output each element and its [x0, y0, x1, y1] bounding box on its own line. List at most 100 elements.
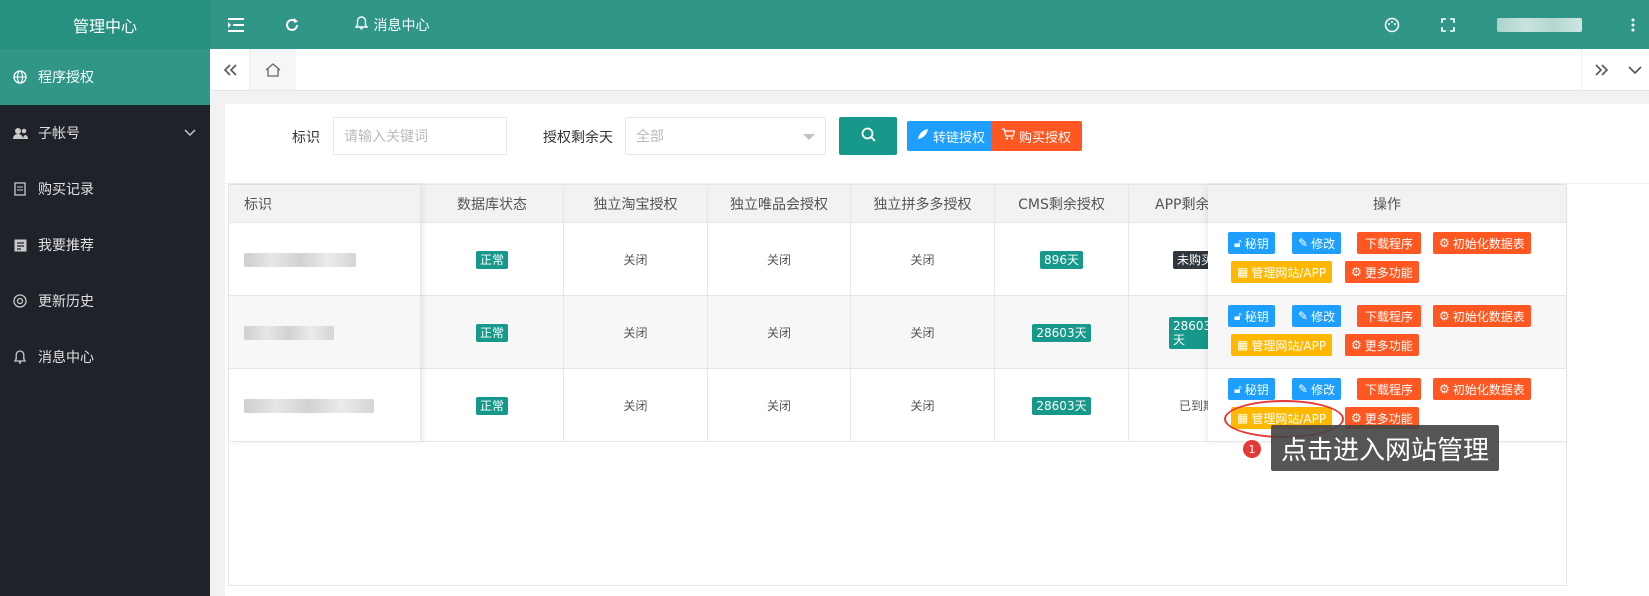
sidebar-item-message-center[interactable]: 消息中心 — [0, 329, 210, 385]
app-cell: 28603天 — [1129, 296, 1219, 369]
ops-row: 🔓︎ 秘钥 ✎ 修改 下载程序 ⚙ 初始化数据表 ▦ 管理网站/APP ⚙ 更多功能 — [1208, 296, 1566, 369]
search-button[interactable] — [839, 117, 897, 155]
download-button[interactable]: 下载程序 — [1357, 378, 1422, 400]
user-name-blurred[interactable] — [1497, 18, 1582, 32]
cms-days-badge: 28603天 — [1032, 323, 1091, 342]
cart-icon — [1002, 128, 1016, 144]
buy-auth-label: 购买授权 — [1019, 130, 1072, 146]
edit-label: 修改 — [1311, 236, 1336, 251]
apps-icon: ▦ — [1237, 265, 1249, 279]
col-header-ops: 操作 — [1208, 185, 1566, 223]
taobao-cell: 关闭 — [564, 369, 708, 442]
col-header-pdd: 独立拼多多授权 — [851, 185, 995, 223]
init-db-button[interactable]: ⚙ 初始化数据表 — [1433, 305, 1531, 327]
cms-cell: 896天 — [995, 223, 1129, 296]
sidebar-item-update-history[interactable]: 更新历史 — [0, 273, 210, 329]
tabs-bar — [210, 49, 1649, 91]
secret-key-button[interactable]: 🔓︎ 秘钥 — [1228, 378, 1275, 400]
pencil-icon: ✎ — [1298, 236, 1309, 250]
download-label: 下载程序 — [1365, 236, 1414, 251]
transfer-auth-button[interactable]: 转链授权 — [907, 121, 995, 151]
days-left-label: 授权剩余天 — [543, 130, 613, 146]
row-id-cell — [229, 296, 421, 369]
download-button[interactable]: 下载程序 — [1357, 305, 1422, 327]
col-header-vip: 独立唯品会授权 — [708, 185, 851, 223]
sidebar-item-label: 程序授权 — [38, 70, 94, 86]
more-functions-label: 更多功能 — [1364, 265, 1413, 280]
days-left-value: 全部 — [636, 129, 664, 145]
sidebar: 程序授权 子帐号 购买记录 我要推荐 更新历史 消息中心 — [0, 49, 210, 596]
gear-icon: ⚙ — [1439, 236, 1450, 250]
blurred-id — [244, 252, 356, 267]
pdd-cell: 关闭 — [851, 296, 995, 369]
content-card: 标识 请输入关键词 授权剩余天 全部 转链授权 购买授权 标识 数据库状态 独立… — [225, 104, 1649, 596]
more-functions-label: 更多功能 — [1364, 411, 1413, 426]
vip-cell: 关闭 — [708, 296, 851, 369]
app-cell: 已到期 — [1129, 369, 1219, 442]
more-functions-button[interactable]: ⚙ 更多功能 — [1345, 334, 1419, 356]
document-icon — [12, 181, 28, 197]
more-vertical-icon[interactable] — [1628, 0, 1638, 49]
status-badge: 正常 — [475, 396, 508, 415]
cms-days-badge: 896天 — [1040, 250, 1083, 269]
gear-icon: ⚙ — [1351, 265, 1362, 279]
cms-days-badge: 28603天 — [1032, 396, 1091, 415]
edit-button[interactable]: ✎ 修改 — [1292, 232, 1342, 254]
col-header-db-status: 数据库状态 — [421, 185, 564, 223]
edit-label: 修改 — [1311, 382, 1336, 397]
annotation-step-number: 1 — [1243, 440, 1261, 458]
history-icon — [12, 293, 28, 309]
sidebar-item-label: 我要推荐 — [38, 238, 94, 254]
lock-icon: 🔓︎ — [1234, 308, 1242, 323]
id-search-input[interactable]: 请输入关键词 — [333, 117, 507, 155]
top-bar: 管理中心 消息中心 — [0, 0, 1649, 49]
leaf-icon — [917, 128, 929, 144]
init-db-label: 初始化数据表 — [1452, 236, 1525, 251]
download-label: 下载程序 — [1365, 309, 1414, 324]
menu-toggle-icon[interactable] — [226, 0, 246, 49]
theme-palette-icon[interactable] — [1382, 0, 1402, 49]
refresh-icon[interactable] — [282, 0, 302, 49]
init-db-button[interactable]: ⚙ 初始化数据表 — [1433, 232, 1531, 254]
home-icon[interactable] — [250, 49, 296, 90]
sidebar-item-recommend[interactable]: 我要推荐 — [0, 217, 210, 273]
filter-bar: 标识 请输入关键词 授权剩余天 全部 转链授权 购买授权 — [225, 104, 1649, 184]
col-header-taobao: 独立淘宝授权 — [564, 185, 708, 223]
taobao-cell: 关闭 — [564, 296, 708, 369]
double-chevron-right-icon[interactable] — [1581, 49, 1621, 90]
manage-site-label: 管理网站/APP — [1251, 265, 1327, 280]
download-button[interactable]: 下载程序 — [1357, 232, 1422, 254]
status-badge: 正常 — [475, 323, 508, 342]
message-center-link[interactable]: 消息中心 — [352, 0, 432, 49]
double-chevron-left-icon[interactable] — [210, 49, 250, 90]
bell-icon — [12, 349, 28, 365]
manage-site-button[interactable]: ▦ 管理网站/APP — [1231, 261, 1333, 283]
pdd-cell: 关闭 — [851, 369, 995, 442]
edit-button[interactable]: ✎ 修改 — [1292, 305, 1342, 327]
row-id-cell — [229, 223, 421, 296]
sidebar-item-program-auth[interactable]: 程序授权 — [0, 49, 210, 105]
sidebar-item-label: 购买记录 — [38, 182, 94, 198]
buy-auth-button[interactable]: 购买授权 — [992, 121, 1082, 151]
fullscreen-icon[interactable] — [1438, 0, 1458, 49]
gear-icon: ⚙ — [1351, 411, 1362, 425]
init-db-button[interactable]: ⚙ 初始化数据表 — [1433, 378, 1531, 400]
days-left-select[interactable]: 全部 — [625, 117, 826, 155]
chevron-down-icon — [184, 126, 196, 140]
col-header-app: APP剩余 — [1129, 185, 1219, 223]
secret-key-button[interactable]: 🔓︎ 秘钥 — [1228, 305, 1275, 327]
sidebar-item-purchase-records[interactable]: 购买记录 — [0, 161, 210, 217]
app-title: 管理中心 — [0, 0, 210, 49]
status-badge: 正常 — [475, 250, 508, 269]
secret-key-button[interactable]: 🔓︎ 秘钥 — [1228, 232, 1275, 254]
edit-label: 修改 — [1311, 309, 1336, 324]
manage-site-button[interactable]: ▦ 管理网站/APP — [1231, 334, 1333, 356]
id-label: 标识 — [292, 130, 320, 146]
more-functions-button[interactable]: ⚙ 更多功能 — [1345, 261, 1419, 283]
blurred-id — [244, 398, 374, 413]
message-center-label: 消息中心 — [373, 17, 430, 34]
sidebar-item-label: 子帐号 — [38, 126, 80, 142]
edit-button[interactable]: ✎ 修改 — [1292, 378, 1342, 400]
chevron-down-icon[interactable] — [1621, 49, 1649, 90]
sidebar-item-sub-accounts[interactable]: 子帐号 — [0, 105, 210, 161]
